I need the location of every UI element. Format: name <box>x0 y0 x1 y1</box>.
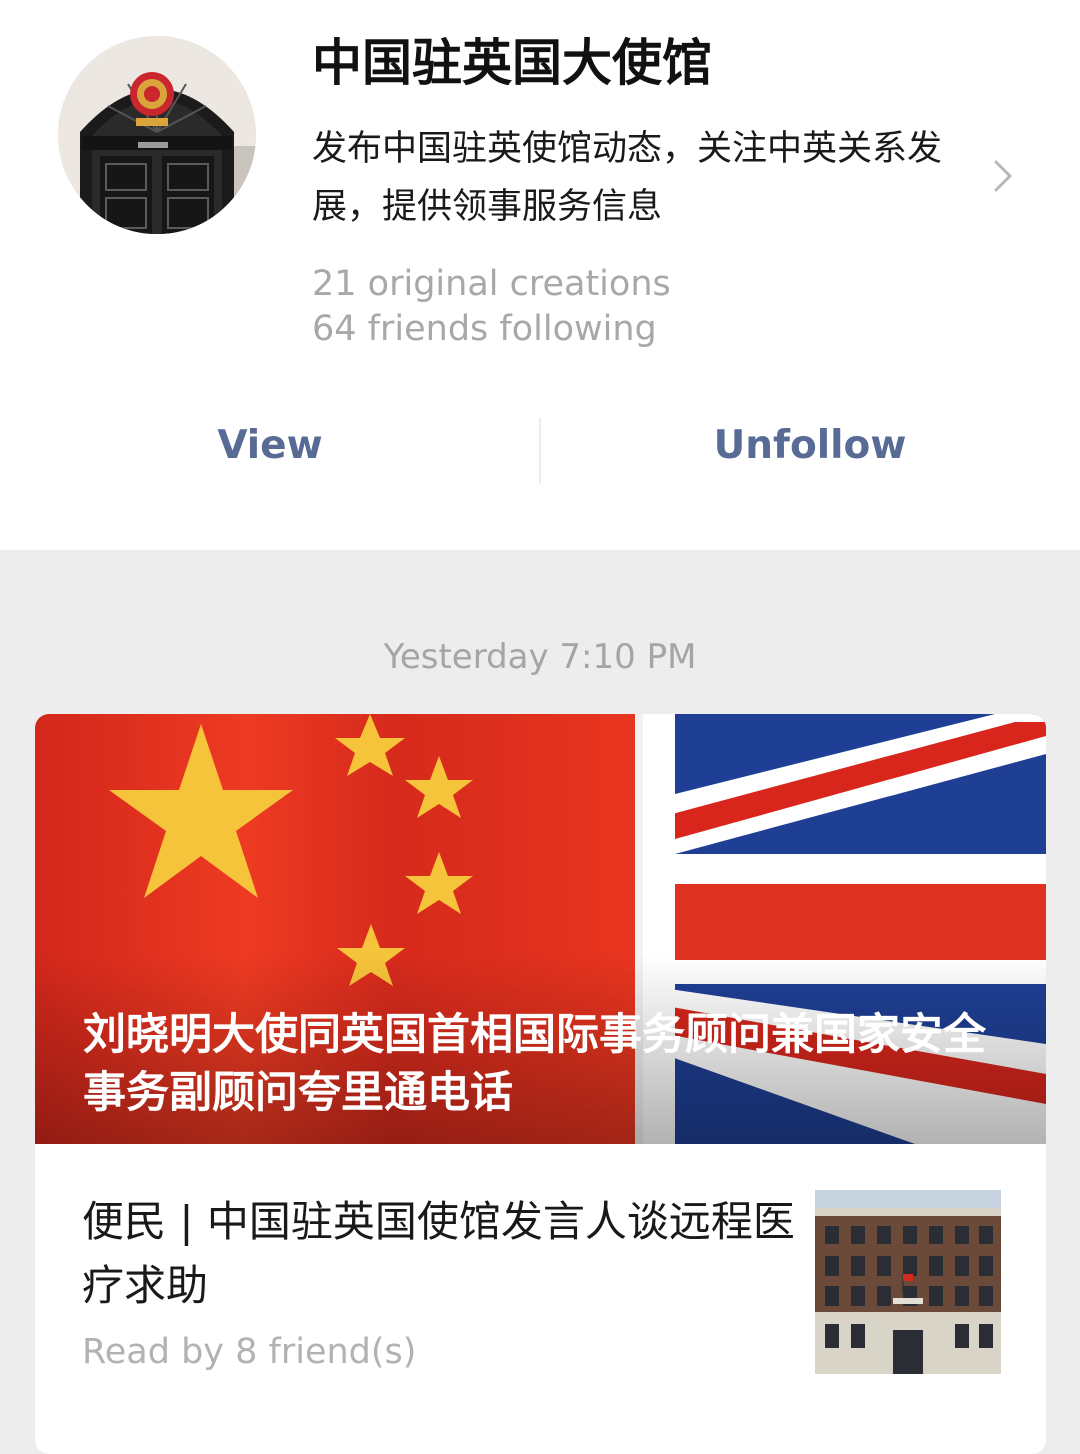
post-card: 刘晓明大使同英国首相国际事务顾问兼国家安全事务副顾问夸里通电话 便民 | 中国驻… <box>35 714 1046 1454</box>
profile-actions: View Unfollow <box>0 410 1080 484</box>
account-avatar[interactable] <box>58 36 256 234</box>
account-stats: 21 original creations 64 friends followi… <box>312 262 671 352</box>
view-button[interactable]: View <box>0 410 540 482</box>
cover-article-title: 刘晓明大使同英国首相国际事务顾问兼国家安全事务副顾问夸里通电话 <box>83 1010 986 1118</box>
friends-following-count[interactable]: 64 friends following <box>312 307 671 352</box>
account-name: 中国驻英国大使馆 <box>312 34 712 92</box>
account-description[interactable]: 发布中国驻英使馆动态，关注中英关系发展，提供领事服务信息 <box>312 120 982 236</box>
article-thumbnail <box>815 1190 1001 1374</box>
original-creations-count: 21 original creations <box>312 264 671 304</box>
unfollow-button[interactable]: Unfollow <box>540 410 1080 482</box>
account-profile: 中国驻英国大使馆 发布中国驻英使馆动态，关注中英关系发展，提供领事服务信息 21… <box>0 0 1080 550</box>
cover-article[interactable]: 刘晓明大使同英国首相国际事务顾问兼国家安全事务副顾问夸里通电话 <box>35 714 1046 1144</box>
article-read-by: Read by 8 friend(s) <box>82 1332 417 1372</box>
embassy-building-image <box>815 1190 1001 1374</box>
post-timestamp: Yesterday 7:10 PM <box>383 637 697 677</box>
embassy-door-image <box>58 36 256 234</box>
chevron-right-icon[interactable] <box>986 156 1020 196</box>
article-title: 便民 | 中国驻英国使馆发言人谈远程医疗求助 <box>82 1197 795 1310</box>
article-item[interactable]: 便民 | 中国驻英国使馆发言人谈远程医疗求助 Read by 8 friend(… <box>35 1144 1046 1454</box>
